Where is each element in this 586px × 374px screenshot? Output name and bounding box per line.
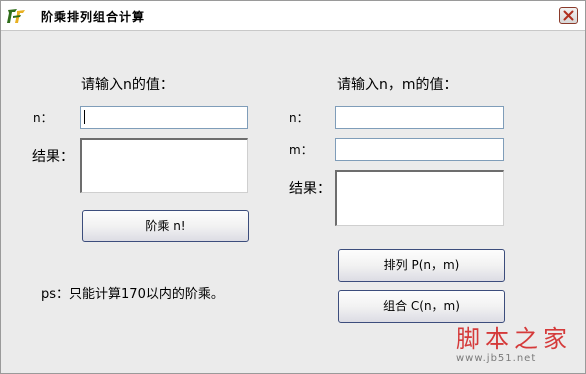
left-n-label: n： bbox=[33, 111, 53, 125]
right-n-label: n： bbox=[289, 111, 309, 125]
watermark-url: www.jb51.net bbox=[456, 353, 537, 364]
right-result-box[interactable] bbox=[335, 170, 504, 226]
left-result-box[interactable] bbox=[80, 138, 248, 193]
close-icon bbox=[563, 10, 574, 21]
app-logo-icon bbox=[7, 7, 27, 25]
permutation-button[interactable]: 排列 P(n，m) bbox=[338, 249, 505, 282]
main-window: 阶乘排列组合计算 请输入n的值： n： 结果： 阶乘 n! ps：只能计算170… bbox=[0, 0, 586, 374]
right-heading: 请输入n，m的值： bbox=[337, 77, 458, 93]
window-title: 阶乘排列组合计算 bbox=[41, 10, 146, 24]
title-bar[interactable]: 阶乘排列组合计算 bbox=[1, 1, 585, 31]
close-button[interactable] bbox=[559, 7, 578, 24]
left-heading: 请输入n的值： bbox=[81, 77, 174, 93]
left-result-label: 结果： bbox=[32, 149, 74, 165]
watermark-text: 脚本之家 bbox=[456, 325, 572, 353]
left-n-input[interactable] bbox=[80, 106, 248, 129]
factorial-button[interactable]: 阶乘 n! bbox=[82, 210, 249, 242]
right-result-label: 结果： bbox=[289, 181, 331, 197]
text-caret bbox=[84, 110, 85, 124]
limit-note: ps：只能计算170以内的阶乘。 bbox=[41, 287, 224, 302]
site-watermark: 脚本之家 www.jb51.net bbox=[456, 326, 581, 364]
right-m-input[interactable] bbox=[335, 138, 504, 161]
client-area: 请输入n的值： n： 结果： 阶乘 n! ps：只能计算170以内的阶乘。 请输… bbox=[1, 31, 585, 373]
right-n-input[interactable] bbox=[335, 106, 504, 129]
combination-button[interactable]: 组合 C(n，m) bbox=[338, 290, 505, 323]
right-m-label: m： bbox=[289, 143, 313, 157]
